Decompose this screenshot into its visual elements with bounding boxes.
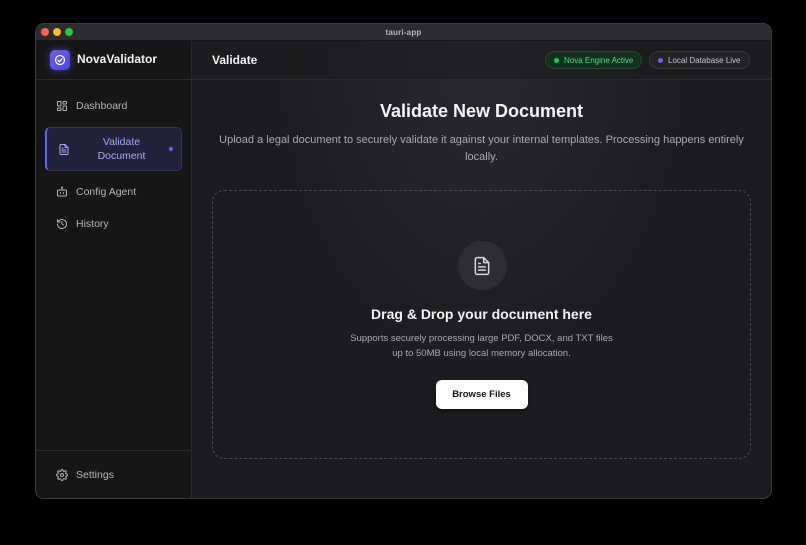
dropzone-description: Supports securely processing large PDF, … xyxy=(350,333,613,359)
sidebar-item-label: Validate Document xyxy=(97,136,146,162)
sidebar-item-config-agent[interactable]: Config Agent xyxy=(45,180,182,204)
title-bar[interactable]: tauri-app xyxy=(36,24,771,41)
engine-status-badge: Nova Engine Active xyxy=(545,51,643,69)
status-dot-icon xyxy=(658,57,663,63)
app-window: tauri-app NovaValidator Dashboard Valida… xyxy=(35,23,772,499)
sidebar-footer: Settings xyxy=(36,450,191,498)
section-description: Upload a legal document to securely vali… xyxy=(219,134,744,163)
main-content: Validate Nova Engine Active Local Databa… xyxy=(192,41,771,498)
sidebar-item-history[interactable]: History xyxy=(45,212,182,236)
sidebar-item-label: Config Agent xyxy=(76,186,137,198)
browse-files-button[interactable]: Browse Files xyxy=(435,380,528,409)
sidebar-item-label: Settings xyxy=(76,469,114,481)
document-icon xyxy=(57,143,70,156)
history-icon xyxy=(55,218,68,231)
brand-name: NovaValidator xyxy=(77,52,158,66)
dropzone-title: Drag & Drop your document here xyxy=(371,306,592,322)
check-logo-icon xyxy=(50,50,70,70)
robot-icon xyxy=(55,186,68,199)
sidebar-item-validate-document[interactable]: Validate Document xyxy=(45,127,182,171)
sidebar-item-label: History xyxy=(76,218,109,230)
status-dot-icon xyxy=(554,57,559,63)
sidebar-item-label: Dashboard xyxy=(76,100,128,112)
gear-icon xyxy=(55,469,68,482)
top-bar: Validate Nova Engine Active Local Databa… xyxy=(192,41,771,80)
page-title: Validate xyxy=(212,53,258,67)
sidebar-item-dashboard[interactable]: Dashboard xyxy=(45,94,182,118)
file-text-icon xyxy=(457,241,507,290)
active-indicator xyxy=(169,147,173,151)
database-status-badge: Local Database Live xyxy=(649,51,750,69)
brand: NovaValidator xyxy=(36,41,191,80)
window-title: tauri-app xyxy=(385,28,422,37)
section-heading: Validate New Document xyxy=(379,101,584,121)
file-dropzone[interactable]: Drag & Drop your document here Supports … xyxy=(212,190,751,459)
dashboard-icon xyxy=(55,100,68,113)
sidebar-item-settings[interactable]: Settings xyxy=(45,463,182,487)
sidebar: NovaValidator Dashboard Validate Documen… xyxy=(36,41,192,498)
